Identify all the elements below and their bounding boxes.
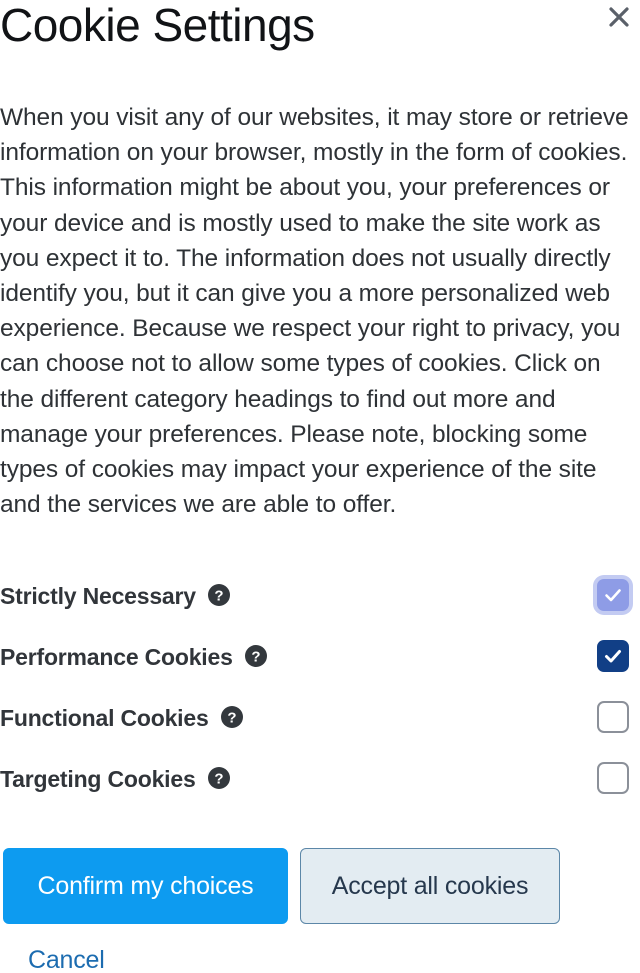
confirm-my-choices-button[interactable]: Confirm my choices bbox=[3, 848, 288, 924]
checkbox-checked bbox=[597, 640, 629, 672]
close-icon bbox=[606, 4, 632, 30]
svg-text:?: ? bbox=[227, 709, 236, 726]
help-circle-icon[interactable]: ? bbox=[220, 705, 244, 729]
toggle-strictly-necessary[interactable] bbox=[594, 576, 632, 614]
accept-all-cookies-button[interactable]: Accept all cookies bbox=[300, 848, 560, 924]
category-label: Targeting Cookies bbox=[0, 766, 196, 792]
help-circle-icon[interactable]: ? bbox=[207, 583, 231, 607]
checkbox-locked-checked bbox=[597, 579, 629, 611]
category-row-performance-cookies: Performance Cookies ? bbox=[0, 637, 640, 698]
svg-text:?: ? bbox=[214, 587, 223, 604]
close-button[interactable] bbox=[604, 2, 634, 32]
page-title: Cookie Settings bbox=[0, 0, 315, 51]
toggle-performance-cookies[interactable] bbox=[594, 637, 632, 675]
cookie-category-list: Strictly Necessary ? Performance Cookies… bbox=[0, 576, 640, 820]
category-row-strictly-necessary: Strictly Necessary ? bbox=[0, 576, 640, 637]
action-button-row: Confirm my choices Accept all cookies bbox=[3, 848, 560, 924]
category-label: Strictly Necessary bbox=[0, 583, 196, 609]
toggle-targeting-cookies[interactable] bbox=[594, 759, 632, 797]
toggle-functional-cookies[interactable] bbox=[594, 698, 632, 736]
dialog-header: Cookie Settings bbox=[0, 0, 640, 70]
category-label: Functional Cookies bbox=[0, 705, 209, 731]
category-row-targeting-cookies: Targeting Cookies ? bbox=[0, 759, 640, 820]
svg-text:?: ? bbox=[251, 648, 260, 665]
category-label: Performance Cookies bbox=[0, 644, 233, 670]
svg-text:?: ? bbox=[214, 770, 223, 787]
intro-paragraph: When you visit any of our websites, it m… bbox=[0, 104, 629, 519]
cancel-link[interactable]: Cancel bbox=[28, 946, 105, 973]
checkbox-unchecked bbox=[597, 762, 629, 794]
help-circle-icon[interactable]: ? bbox=[244, 644, 268, 668]
checkbox-unchecked bbox=[597, 701, 629, 733]
help-circle-icon[interactable]: ? bbox=[207, 766, 231, 790]
category-row-functional-cookies: Functional Cookies ? bbox=[0, 698, 640, 759]
